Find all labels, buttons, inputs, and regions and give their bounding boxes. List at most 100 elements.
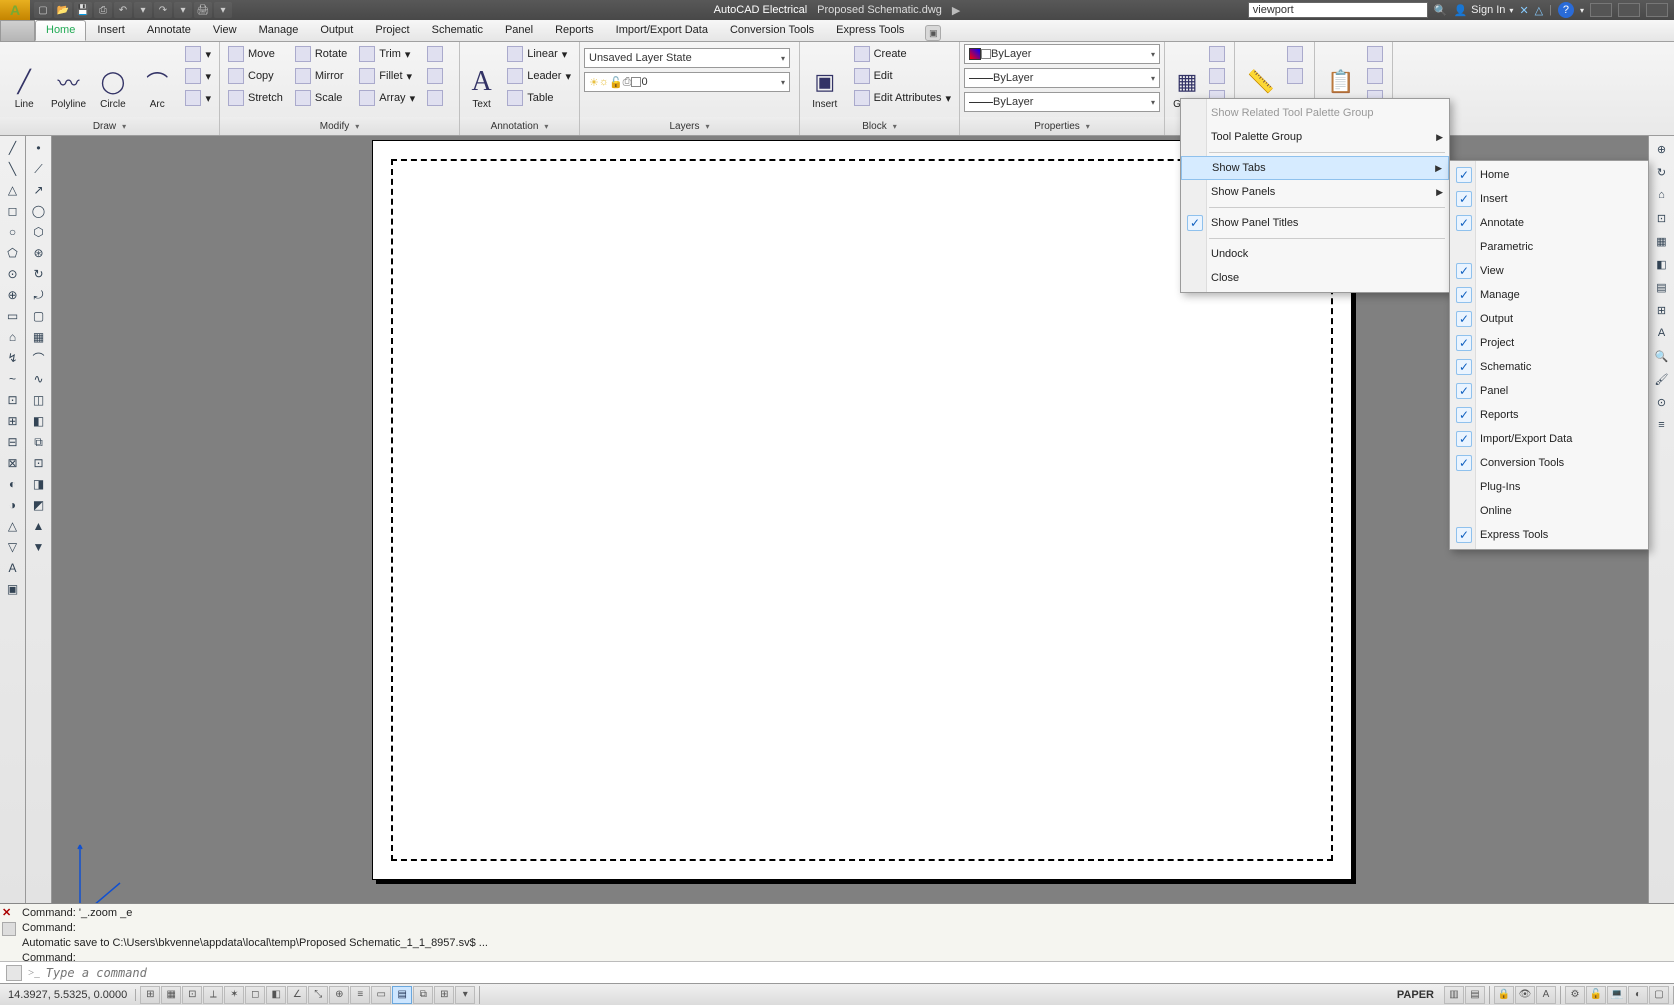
osnap-button[interactable]: ◻ — [245, 986, 265, 1004]
tool-button[interactable]: ⊞ — [1649, 299, 1674, 321]
panel-annotation-title[interactable]: Annotation — [460, 117, 579, 135]
tool-button[interactable]: ◑ — [0, 495, 25, 515]
ctx-tab-manage[interactable]: ✓Manage — [1450, 283, 1648, 307]
quickview-drawings-button[interactable]: ▤ — [1465, 986, 1485, 1004]
tool-button[interactable]: ◩ — [26, 495, 51, 515]
tab-view[interactable]: View — [202, 20, 248, 41]
stretch-button[interactable]: Stretch — [224, 88, 287, 108]
command-input[interactable] — [46, 966, 1668, 980]
rotate-button[interactable]: Rotate — [291, 44, 351, 64]
trim-button[interactable]: Trim ▾ — [355, 44, 419, 64]
tool-button[interactable]: ⊡ — [1649, 207, 1674, 229]
explode-button[interactable] — [423, 66, 447, 86]
ctx-tab-project[interactable]: ✓Project — [1450, 331, 1648, 355]
circle-button[interactable]: ◯Circle — [93, 44, 133, 112]
linetype-dropdown[interactable]: ByLayer — [964, 92, 1160, 112]
window-restore-button[interactable] — [1618, 3, 1640, 17]
qat-print-icon[interactable]: 🖨 — [194, 2, 212, 18]
otrack-button[interactable]: ∠ — [287, 986, 307, 1004]
qat-undo-drop-icon[interactable]: ▾ — [134, 2, 152, 18]
annovis-button[interactable]: 👁 — [1515, 986, 1535, 1004]
quickview-layouts-button[interactable]: ▥ — [1444, 986, 1464, 1004]
qat-redo-drop-icon[interactable]: ▾ — [174, 2, 192, 18]
close-cmdline-icon[interactable]: ✕ — [2, 906, 11, 921]
tab-home[interactable]: Home — [35, 20, 86, 41]
tool-button[interactable]: △ — [0, 516, 25, 536]
help-icon[interactable]: ? — [1558, 2, 1574, 18]
tool-button[interactable]: ▲ — [26, 516, 51, 536]
ctx-tab-annotate[interactable]: ✓Annotate — [1450, 211, 1648, 235]
ctx-item-show-panel-titles[interactable]: ✓Show Panel Titles — [1181, 211, 1449, 235]
tool-button[interactable]: ⊠ — [0, 453, 25, 473]
tool-button[interactable]: ▭ — [0, 306, 25, 326]
tool-button[interactable]: ○ — [0, 222, 25, 242]
tool-button[interactable]: ⬡ — [26, 222, 51, 242]
tool-button[interactable]: ⊟ — [0, 432, 25, 452]
tool-button[interactable]: ◫ — [26, 390, 51, 410]
tool-button[interactable]: ╲ — [0, 159, 25, 179]
arc-button[interactable]: ⌒Arc — [137, 44, 177, 112]
layer-dropdown[interactable]: ☀ ☼ 🔓 ⎙ 0 — [584, 72, 790, 92]
ctx-tab-output[interactable]: ✓Output — [1450, 307, 1648, 331]
ctx-item-tool-palette-group[interactable]: Tool Palette Group▶ — [1181, 125, 1449, 149]
tool-button[interactable]: ↗ — [26, 180, 51, 200]
infocenter-search[interactable]: viewport — [1248, 2, 1428, 18]
tool-button[interactable]: ⌂ — [1649, 184, 1674, 206]
insert-button[interactable]: ▣Insert — [804, 44, 846, 112]
more-status-button[interactable]: ▾ — [455, 986, 475, 1004]
qat-new-icon[interactable]: ▢ — [34, 2, 52, 18]
tpy-button[interactable]: ▭ — [371, 986, 391, 1004]
tool-button[interactable]: ⟋ — [26, 159, 51, 179]
tool-button[interactable]: ⊡ — [26, 453, 51, 473]
cmd-prompt-icon[interactable] — [6, 965, 22, 981]
app-menu-button[interactable]: A — [0, 0, 30, 20]
tool-button[interactable]: 🖌 — [1649, 368, 1674, 390]
panel-properties-title[interactable]: Properties — [960, 117, 1164, 135]
ws-switch-button[interactable]: ⚙ — [1565, 986, 1585, 1004]
ctx-item-undock[interactable]: Undock — [1181, 242, 1449, 266]
tool-button[interactable]: ⊕ — [1649, 138, 1674, 160]
infer-button[interactable]: ⊞ — [140, 986, 160, 1004]
array-button[interactable]: Array ▾ — [355, 88, 419, 108]
tool-button[interactable]: 🔍 — [1649, 345, 1674, 367]
polyline-button[interactable]: 〰Polyline — [48, 44, 88, 112]
grid-button[interactable]: ⊡ — [182, 986, 202, 1004]
tool-button[interactable]: ▣ — [0, 579, 25, 599]
ctx-tab-online[interactable]: Online — [1450, 499, 1648, 523]
tool-button[interactable]: ⊞ — [0, 411, 25, 431]
tool-button[interactable]: ⊕ — [0, 285, 25, 305]
qat-open-icon[interactable]: 📂 — [54, 2, 72, 18]
command-history[interactable]: ✕ Command: '_.zoom _eCommand:Automatic s… — [0, 904, 1674, 961]
tool-button[interactable]: ◐ — [0, 474, 25, 494]
tool-button[interactable]: ⊙ — [0, 264, 25, 284]
mirror-button[interactable]: Mirror — [291, 66, 351, 86]
ctx-item-show-panels[interactable]: Show Panels▶ — [1181, 180, 1449, 204]
copy-clip-button[interactable] — [1367, 66, 1383, 86]
tab-output[interactable]: Output — [309, 20, 364, 41]
tool-button[interactable]: ≡ — [1649, 414, 1674, 436]
tool-button[interactable]: ◨ — [26, 474, 51, 494]
tool-button[interactable]: ⌒ — [26, 348, 51, 368]
stay-connected-icon[interactable]: △ — [1535, 4, 1543, 17]
tool-button[interactable]: • — [26, 138, 51, 158]
ducs-button[interactable]: ⤡ — [308, 986, 328, 1004]
cut-button[interactable] — [1367, 44, 1383, 64]
tool-button[interactable]: ⊡ — [0, 390, 25, 410]
clean-screen-button[interactable]: ▢ — [1649, 986, 1669, 1004]
qat-saveas-icon[interactable]: ⎙ — [94, 2, 112, 18]
tab-manage[interactable]: Manage — [248, 20, 310, 41]
spline-button[interactable]: ▾ — [181, 88, 215, 108]
tool-button[interactable]: ▦ — [1649, 230, 1674, 252]
ctx-tab-home[interactable]: ✓Home — [1450, 163, 1648, 187]
annoauto-button[interactable]: A — [1536, 986, 1556, 1004]
tab-project[interactable]: Project — [364, 20, 420, 41]
hardware-accel-button[interactable]: 💻 — [1607, 986, 1627, 1004]
lineweight-dropdown[interactable]: ByLayer — [964, 68, 1160, 88]
tab-schematic[interactable]: Schematic — [421, 20, 494, 41]
tool-button[interactable]: △ — [0, 180, 25, 200]
search-go-icon[interactable]: 🔍 — [1434, 4, 1448, 17]
panel-block-title[interactable]: Block — [800, 117, 959, 135]
tool-button[interactable]: A — [0, 558, 25, 578]
signin-button[interactable]: 👤Sign In▾ — [1453, 4, 1513, 17]
linear-button[interactable]: Linear ▾ — [503, 44, 575, 64]
